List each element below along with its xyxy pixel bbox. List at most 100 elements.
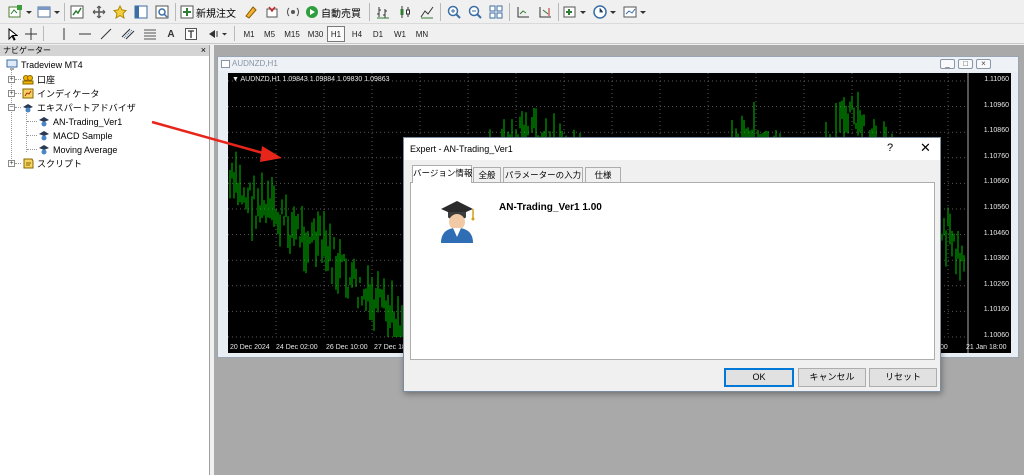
- tile-windows-icon[interactable]: [487, 3, 505, 21]
- price-axis-label: 1.10360: [983, 255, 1009, 263]
- expand-accounts-toggle[interactable]: +: [8, 76, 15, 83]
- candlestick-icon[interactable]: [396, 3, 414, 21]
- chart-minimize-button[interactable]: _: [940, 59, 955, 69]
- timeframe-m30[interactable]: M30: [305, 26, 326, 42]
- expert-advisor-icon: [441, 201, 475, 243]
- timeframe-m1[interactable]: M1: [240, 26, 258, 42]
- time-axis-label: 21 Jan 18:00: [966, 344, 1007, 351]
- signals-icon[interactable]: [284, 3, 302, 21]
- nav-root[interactable]: Tradeview MT4: [6, 58, 83, 71]
- app-window: 新規注文 自動売買 A M1 M5 M15 M30 H1 H4 D1 W1 MN…: [0, 0, 1024, 475]
- tab-input-parameters[interactable]: パラメーターの入力: [503, 167, 583, 182]
- expand-scripts-toggle[interactable]: +: [8, 160, 15, 167]
- nav-indicators[interactable]: インディケータ: [22, 87, 99, 100]
- arrows-dropdown[interactable]: [206, 25, 230, 43]
- price-axis-label: 1.10560: [983, 204, 1009, 211]
- timeframe-h1[interactable]: H1: [327, 26, 345, 42]
- expert-name-version: AN-Trading_Ver1 1.00: [499, 202, 602, 213]
- help-button[interactable]: ?: [887, 142, 893, 154]
- data-window-icon[interactable]: [90, 3, 108, 21]
- chart-shift-icon[interactable]: [536, 3, 554, 21]
- tab-specifications[interactable]: 仕様: [585, 167, 621, 182]
- crosshair-icon[interactable]: [24, 25, 38, 43]
- nav-indicators-label: インディケータ: [37, 89, 100, 99]
- metaeditor-icon[interactable]: [242, 3, 260, 21]
- chart-titlebar: AUDNZD,H1 _ □ ×: [218, 57, 1018, 71]
- timeframe-w1[interactable]: W1: [391, 26, 409, 42]
- dialog-title: Expert - AN-Trading_Ver1: [410, 144, 513, 154]
- autotrading-button[interactable]: 自動売買: [305, 3, 365, 21]
- chart-restore-button[interactable]: □: [958, 59, 973, 69]
- autoscroll-icon[interactable]: [514, 3, 532, 21]
- price-axis-label: 1.10160: [983, 306, 1009, 314]
- time-axis-label: 26 Dec 10:00: [326, 344, 368, 351]
- nav-experts[interactable]: エキスパートアドバイザ: [22, 101, 136, 114]
- trendline-icon[interactable]: [99, 25, 113, 43]
- bar-chart-icon[interactable]: [374, 3, 392, 21]
- timeframe-m5[interactable]: M5: [260, 26, 279, 42]
- reset-button[interactable]: リセット: [869, 368, 937, 387]
- equidistant-channel-icon[interactable]: [120, 25, 136, 43]
- price-axis-label: 1.10660: [983, 178, 1009, 186]
- line-studies-toolbar: A M1 M5 M15 M30 H1 H4 D1 W1 MN: [0, 24, 1024, 44]
- nav-expert-an-trading[interactable]: AN-Trading_Ver1: [38, 115, 122, 128]
- expert-advisor-icon: [38, 116, 50, 127]
- tab-general[interactable]: 全般: [473, 167, 501, 182]
- strategy-tester-icon[interactable]: [153, 3, 171, 21]
- cancel-button[interactable]: キャンセル: [798, 368, 866, 387]
- autotrading-label: 自動売買: [321, 8, 361, 20]
- timeframe-d1[interactable]: D1: [369, 26, 387, 42]
- profiles-button[interactable]: [36, 3, 62, 21]
- cursor-icon[interactable]: [6, 25, 20, 43]
- timeframe-m15[interactable]: M15: [281, 26, 303, 42]
- vertical-line-icon[interactable]: [57, 25, 71, 43]
- line-chart-icon[interactable]: [418, 3, 436, 21]
- fibonacci-icon[interactable]: [142, 25, 158, 43]
- tab-version-info[interactable]: バージョン情報: [412, 165, 472, 183]
- navigator-close-button[interactable]: ×: [201, 45, 206, 56]
- zoom-out-icon[interactable]: [466, 3, 484, 21]
- market-watch-icon[interactable]: [68, 3, 86, 21]
- price-axis-label: 1.10460: [983, 229, 1009, 237]
- timeframe-mn[interactable]: MN: [412, 26, 432, 42]
- price-axis-label: 1.10960: [983, 101, 1009, 109]
- nav-root-label: Tradeview MT4: [21, 59, 83, 70]
- accounts-icon: [22, 74, 34, 85]
- navigator-titlebar: ナビゲーター ×: [0, 45, 209, 56]
- version-info-panel: AN-Trading_Ver1 1.00: [410, 182, 935, 360]
- templates-button[interactable]: [622, 3, 648, 21]
- nav-scripts[interactable]: スクリプト: [22, 157, 82, 170]
- options-icon[interactable]: [263, 3, 281, 21]
- navigator-icon[interactable]: [111, 3, 129, 21]
- collapse-experts-toggle[interactable]: −: [8, 104, 15, 111]
- nav-expert-macd-sample-label: MACD Sample: [53, 130, 113, 141]
- computer-icon: [6, 59, 18, 70]
- text-icon[interactable]: A: [164, 25, 178, 43]
- timeframe-h4[interactable]: H4: [348, 26, 366, 42]
- price-axis-label: 1.10060: [983, 332, 1009, 339]
- periods-button[interactable]: [592, 3, 618, 21]
- time-axis-label: 24 Dec 02:00: [276, 344, 318, 351]
- nav-expert-an-trading-label: AN-Trading_Ver1: [53, 116, 123, 127]
- chart-close-button[interactable]: ×: [976, 59, 991, 69]
- horizontal-line-icon[interactable]: [78, 25, 92, 43]
- dialog-close-button[interactable]: ✕: [920, 140, 931, 156]
- chart-window-title: AUDNZD,H1: [232, 59, 278, 68]
- zoom-in-icon[interactable]: [445, 3, 463, 21]
- nav-expert-macd-sample[interactable]: MACD Sample: [38, 129, 113, 142]
- expand-indicators-toggle[interactable]: +: [8, 90, 15, 97]
- ok-button[interactable]: OK: [724, 368, 794, 387]
- text-label-icon[interactable]: [184, 25, 198, 43]
- new-order-button[interactable]: 新規注文: [180, 3, 238, 21]
- terminal-icon[interactable]: [132, 3, 150, 21]
- price-axis-label: 1.10760: [983, 152, 1009, 160]
- experts-folder-icon: [22, 102, 34, 113]
- time-axis-label: 00: [940, 344, 948, 351]
- price-axis-label: 1.10260: [983, 280, 1009, 288]
- new-chart-button[interactable]: [6, 3, 34, 21]
- price-axis-label: 1.10860: [983, 127, 1009, 135]
- nav-accounts[interactable]: 口座: [22, 73, 55, 86]
- nav-expert-moving-average[interactable]: Moving Average: [38, 143, 117, 156]
- indicators-button[interactable]: [562, 3, 588, 21]
- new-order-icon: [180, 5, 194, 19]
